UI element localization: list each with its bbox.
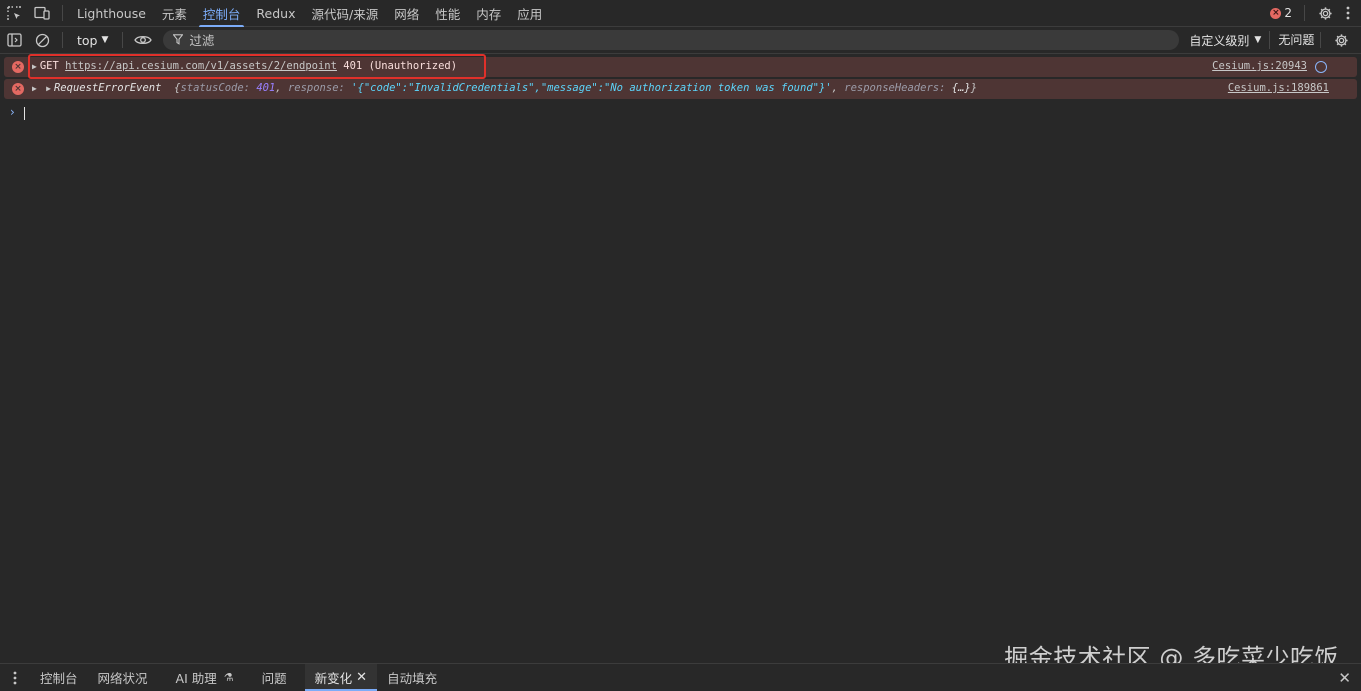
console-input-caret[interactable] (24, 107, 25, 120)
message-text: ▶ ▶ RequestErrorEvent {statusCode: 401, r… (32, 82, 977, 94)
divider (62, 5, 63, 21)
error-icon: × (1270, 7, 1282, 19)
error-icon: × (12, 83, 24, 95)
divider (122, 32, 124, 48)
tab-application[interactable]: 应用 (509, 0, 550, 27)
prop-key: response: (287, 82, 345, 94)
drawer-tab-whats-new[interactable]: 新变化 ✕ (304, 664, 378, 691)
console-settings-gear-icon[interactable] (1327, 27, 1355, 54)
clear-console-icon[interactable] (28, 27, 56, 54)
sidebar-toggle-icon[interactable] (0, 27, 28, 54)
annotation-highlight-box (28, 54, 486, 79)
more-vertical-icon[interactable] (1339, 0, 1357, 27)
tab-network[interactable]: 网络 (386, 0, 427, 27)
tab-label: 网络状况 (97, 671, 148, 686)
prop-key: statusCode: (180, 82, 250, 94)
tab-redux[interactable]: Redux (248, 0, 303, 27)
log-levels-dropdown[interactable]: 自定义级别 ▼ (1189, 32, 1261, 49)
brace-close: } (970, 82, 978, 94)
chevron-down-icon: ▼ (1254, 35, 1262, 45)
error-count: 2 (1284, 6, 1292, 20)
separator: , (275, 82, 282, 94)
network-request-icon[interactable] (1315, 61, 1327, 73)
source-link[interactable]: Cesium.js:20943 (1212, 60, 1307, 72)
tab-performance[interactable]: 性能 (427, 0, 468, 27)
context-selector[interactable]: top ▼ (69, 33, 116, 48)
chevron-down-icon: ▼ (101, 35, 109, 45)
devtools-tab-bar: Lighthouse 元素 控制台 Redux 源代码/来源 网络 性能 内存 … (0, 0, 1361, 27)
filter-icon (172, 33, 185, 48)
tab-label: 问题 (261, 671, 287, 686)
separator: , (831, 82, 838, 94)
filter-field[interactable] (163, 30, 1180, 50)
divider (1304, 5, 1305, 21)
inspect-element-icon[interactable] (0, 0, 28, 27)
error-icon: × (12, 61, 24, 73)
prop-key: responseHeaders: (844, 82, 946, 94)
tab-label: 新变化 (314, 671, 353, 686)
prop-value: '{"code":"InvalidCredentials","message":… (351, 82, 832, 94)
flask-icon: ⚗ (223, 671, 234, 684)
divider (1320, 32, 1322, 48)
expand-triangle-icon[interactable]: ▶ (32, 84, 37, 93)
console-error-message[interactable]: × ▶ ▶ RequestErrorEvent {statusCode: 401,… (4, 79, 1357, 99)
console-toolbar: top ▼ 自定义级别 ▼ 无问题 (0, 27, 1361, 54)
tab-label: AI 助理 (175, 671, 217, 686)
tab-elements[interactable]: 元素 (154, 0, 195, 27)
tab-memory[interactable]: 内存 (468, 0, 509, 27)
close-icon[interactable]: ✕ (356, 670, 367, 685)
drawer-tab-bar: 控制台 网络状况 AI 助理 ⚗ 问题 新变化 ✕ 自动填充 ✕ (0, 663, 1361, 691)
filter-input[interactable] (189, 32, 1090, 48)
eye-icon[interactable] (129, 27, 157, 54)
device-toolbar-icon[interactable] (28, 0, 56, 27)
context-label: top (77, 32, 98, 48)
console-prompt-icon: › (10, 105, 15, 119)
object-name: RequestErrorEvent (53, 82, 162, 94)
topbar-actions: × 2 (1264, 0, 1361, 27)
drawer-tab-ai-assistant[interactable]: AI 助理 ⚗ (166, 664, 244, 691)
tab-label: 自动填充 (387, 671, 438, 686)
prop-value[interactable]: {…} (952, 82, 971, 94)
error-counter[interactable]: × 2 (1264, 6, 1298, 20)
tab-label: 控制台 (40, 671, 78, 686)
drawer-tab-network-conditions[interactable]: 网络状况 (88, 664, 158, 691)
more-vertical-icon[interactable] (0, 664, 30, 691)
source-link[interactable]: Cesium.js:189861 (1228, 82, 1329, 94)
drawer-tab-issues[interactable]: 问题 (252, 664, 297, 691)
divider (62, 32, 63, 48)
tab-lighthouse[interactable]: Lighthouse (69, 0, 154, 27)
issues-counter[interactable]: 无问题 (1269, 31, 1314, 49)
close-drawer-icon[interactable]: ✕ (1338, 669, 1351, 687)
log-levels-label: 自定义级别 (1189, 33, 1250, 48)
tab-sources[interactable]: 源代码/来源 (304, 0, 387, 27)
drawer-tab-autofill[interactable]: 自动填充 (377, 664, 447, 691)
expand-object-triangle-icon[interactable]: ▶ (46, 84, 51, 93)
gear-icon[interactable] (1311, 0, 1339, 27)
drawer-tab-console[interactable]: 控制台 (30, 664, 88, 691)
tab-console[interactable]: 控制台 (195, 0, 249, 27)
prop-value: 401 (256, 82, 276, 94)
